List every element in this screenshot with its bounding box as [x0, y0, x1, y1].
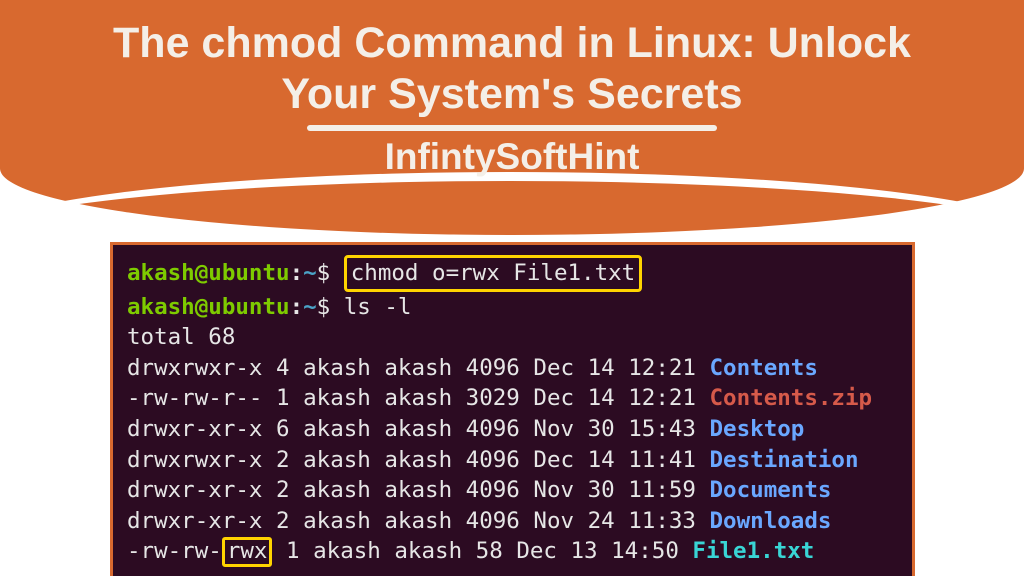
- group: akash: [384, 477, 452, 503]
- group: akash: [384, 447, 452, 473]
- prompt-host: ubuntu: [208, 260, 289, 286]
- links: 1: [276, 385, 290, 411]
- group: akash: [384, 508, 452, 534]
- title-line2: Your System's Secrets: [281, 70, 742, 118]
- links: 2: [276, 508, 290, 534]
- total-text: total 68: [127, 324, 235, 350]
- prompt-user: akash: [127, 294, 195, 320]
- list-row: drwxrwxr-x 2 akash akash 4096 Dec 14 11:…: [127, 445, 898, 476]
- owner: akash: [303, 447, 371, 473]
- cmd2: ls -l: [344, 294, 412, 320]
- date: Dec 14 11:41: [533, 447, 696, 473]
- filename: Downloads: [710, 508, 832, 534]
- size: 3029: [466, 385, 520, 411]
- date: Dec 14 12:21: [533, 385, 696, 411]
- filename: Documents: [710, 477, 832, 503]
- links: 2: [276, 447, 290, 473]
- perm: drwxrwxr-x: [127, 355, 262, 381]
- subtitle: InfintySoftHint: [0, 136, 1024, 178]
- size: 4096: [466, 355, 520, 381]
- perm-hl: rwx: [227, 538, 268, 564]
- size: 4096: [466, 416, 520, 442]
- links: 1: [286, 538, 300, 564]
- prompt-colon: :: [290, 294, 304, 320]
- list-row: drwxr-xr-x 2 akash akash 4096 Nov 30 11:…: [127, 475, 898, 506]
- terminal-line-total: total 68: [127, 322, 898, 353]
- filename: Contents.zip: [710, 385, 873, 411]
- title-underline: [307, 125, 717, 131]
- links: 6: [276, 416, 290, 442]
- owner: akash: [313, 538, 381, 564]
- group: akash: [384, 385, 452, 411]
- group: akash: [384, 416, 452, 442]
- filename: Destination: [710, 447, 859, 473]
- page: The chmod Command in Linux: Unlock Your …: [0, 0, 1024, 576]
- size: 4096: [466, 447, 520, 473]
- group: akash: [384, 355, 452, 381]
- prompt-dollar: $: [317, 260, 331, 286]
- prompt-path: ~: [303, 260, 317, 286]
- group: akash: [394, 538, 462, 564]
- prompt-colon: :: [290, 260, 304, 286]
- title-line1: The chmod Command in Linux: Unlock: [113, 19, 911, 67]
- prompt-at: @: [195, 294, 209, 320]
- prompt-dollar: $: [317, 294, 331, 320]
- date: Dec 13 14:50: [516, 538, 679, 564]
- owner: akash: [303, 416, 371, 442]
- prompt-user: akash: [127, 260, 195, 286]
- cmd1: chmod o=rwx File1.txt: [351, 260, 635, 286]
- list-row: drwxr-xr-x 2 akash akash 4096 Nov 24 11:…: [127, 506, 898, 537]
- prompt-at: @: [195, 260, 209, 286]
- highlight-cmd1: chmod o=rwx File1.txt: [344, 255, 642, 292]
- size: 58: [476, 538, 503, 564]
- links: 4: [276, 355, 290, 381]
- owner: akash: [303, 385, 371, 411]
- filename: File1.txt: [692, 538, 814, 564]
- filename: Contents: [710, 355, 818, 381]
- size: 4096: [466, 508, 520, 534]
- perm-pre: -rw-rw-: [127, 538, 222, 564]
- list-row-highlighted: -rw-rw-rwx 1 akash akash 58 Dec 13 14:50…: [127, 536, 898, 567]
- highlight-rwx: rwx: [222, 537, 273, 567]
- terminal-line-cmd1: akash@ubuntu:~$ chmod o=rwx File1.txt: [127, 255, 898, 292]
- size: 4096: [466, 477, 520, 503]
- owner: akash: [303, 355, 371, 381]
- owner: akash: [303, 477, 371, 503]
- page-title: The chmod Command in Linux: Unlock Your …: [0, 18, 1024, 131]
- list-row: -rw-rw-r-- 1 akash akash 3029 Dec 14 12:…: [127, 383, 898, 414]
- perm: drwxr-xr-x: [127, 508, 262, 534]
- links: 2: [276, 477, 290, 503]
- date: Nov 30 11:59: [533, 477, 696, 503]
- date: Nov 24 11:33: [533, 508, 696, 534]
- list-row: drwxrwxr-x 4 akash akash 4096 Dec 14 12:…: [127, 353, 898, 384]
- list-row: drwxr-xr-x 6 akash akash 4096 Nov 30 15:…: [127, 414, 898, 445]
- date: Nov 30 15:43: [533, 416, 696, 442]
- filename: Desktop: [710, 416, 805, 442]
- perm: -rw-rw-r--: [127, 385, 262, 411]
- prompt-path: ~: [303, 294, 317, 320]
- perm: drwxrwxr-x: [127, 447, 262, 473]
- prompt-host: ubuntu: [208, 294, 289, 320]
- perm: drwxr-xr-x: [127, 477, 262, 503]
- terminal-line-cmd2: akash@ubuntu:~$ ls -l: [127, 292, 898, 323]
- perm: drwxr-xr-x: [127, 416, 262, 442]
- owner: akash: [303, 508, 371, 534]
- date: Dec 14 12:21: [533, 355, 696, 381]
- terminal: akash@ubuntu:~$ chmod o=rwx File1.txt ak…: [110, 242, 915, 576]
